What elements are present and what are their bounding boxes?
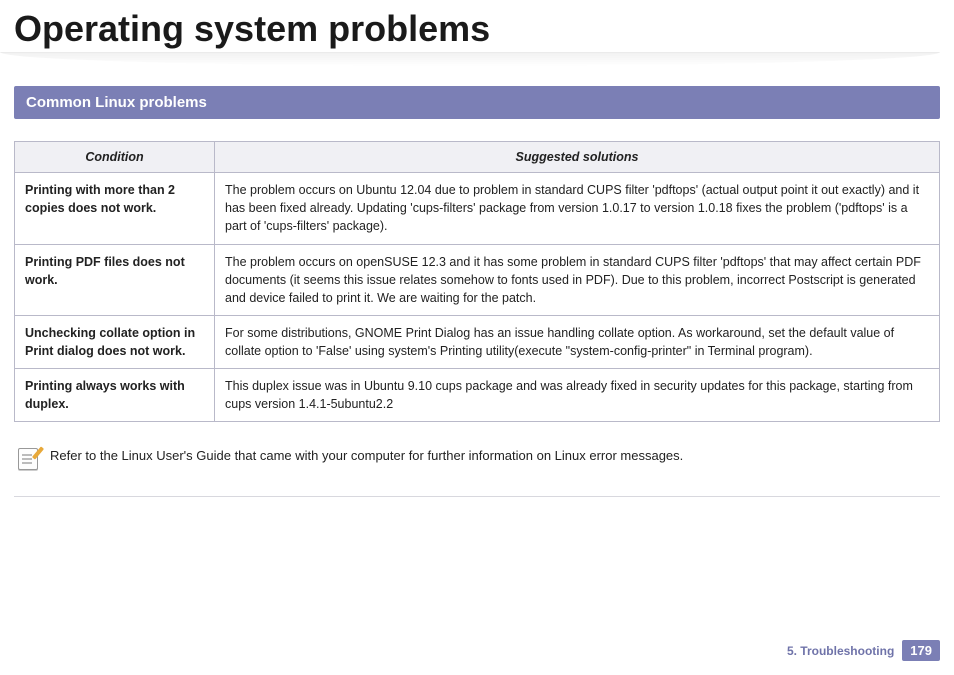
- footer-chapter: 5. Troubleshooting: [787, 644, 894, 658]
- problems-table: Condition Suggested solutions Printing w…: [14, 141, 940, 422]
- bottom-divider: [14, 496, 940, 497]
- table-row: Printing PDF files does not work. The pr…: [15, 244, 940, 315]
- table-row: Printing always works with duplex. This …: [15, 369, 940, 422]
- cell-condition: Printing with more than 2 copies does no…: [15, 173, 215, 244]
- content-area: Common Linux problems Condition Suggeste…: [0, 86, 954, 497]
- table-header-row: Condition Suggested solutions: [15, 142, 940, 173]
- cell-solution: The problem occurs on openSUSE 12.3 and …: [215, 244, 940, 315]
- footer-page-number: 179: [902, 640, 940, 661]
- header-solutions: Suggested solutions: [215, 142, 940, 173]
- header-condition: Condition: [15, 142, 215, 173]
- cell-condition: Unchecking collate option in Print dialo…: [15, 315, 215, 368]
- cell-solution: For some distributions, GNOME Print Dial…: [215, 315, 940, 368]
- note-row: Refer to the Linux User's Guide that cam…: [14, 448, 940, 470]
- table-row: Printing with more than 2 copies does no…: [15, 173, 940, 244]
- note-icon: [18, 448, 38, 470]
- section-heading: Common Linux problems: [14, 86, 940, 119]
- page-footer: 5. Troubleshooting 179: [787, 640, 940, 661]
- title-divider: [0, 52, 940, 66]
- cell-solution: This duplex issue was in Ubuntu 9.10 cup…: [215, 369, 940, 422]
- cell-condition: Printing PDF files does not work.: [15, 244, 215, 315]
- page-title: Operating system problems: [0, 0, 954, 52]
- table-row: Unchecking collate option in Print dialo…: [15, 315, 940, 368]
- cell-solution: The problem occurs on Ubuntu 12.04 due t…: [215, 173, 940, 244]
- cell-condition: Printing always works with duplex.: [15, 369, 215, 422]
- note-text: Refer to the Linux User's Guide that cam…: [50, 448, 683, 463]
